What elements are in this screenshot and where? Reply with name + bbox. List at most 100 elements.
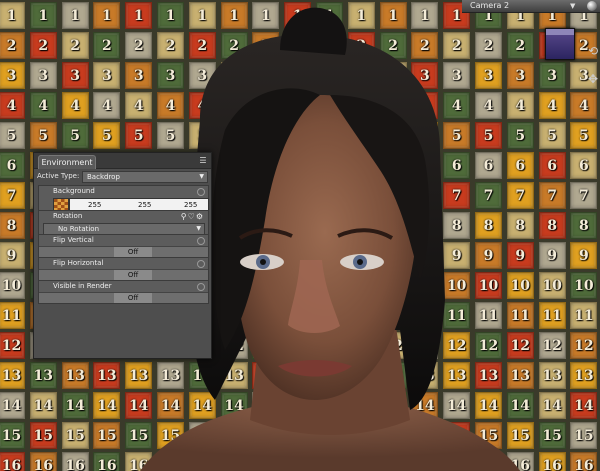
rotation-tools: ⚲♡⚙	[181, 212, 204, 222]
backdrop-tile: 11	[411, 302, 439, 329]
tile-row: 16 16 16 16 16 16 16 16 16 16 16 16 16 16 16 16 16 16 16	[0, 452, 600, 471]
backdrop-tile: 14	[475, 392, 502, 419]
backdrop-tile: 6	[316, 152, 343, 179]
flip-horizontal-toggle[interactable]: Off	[114, 270, 152, 280]
visible-in-render-toggle[interactable]: Off	[114, 293, 152, 303]
backdrop-tile: 3	[29, 62, 57, 89]
backdrop-tile: 14	[0, 392, 25, 419]
backdrop-tile: 8	[379, 212, 407, 239]
active-type-select[interactable]: Backdrop ▼	[82, 171, 208, 183]
backdrop-tile: 8	[347, 212, 375, 239]
backdrop-tile: 16	[29, 452, 57, 471]
view-orb-icon[interactable]	[587, 1, 597, 11]
backdrop-tile: 4	[188, 92, 216, 119]
backdrop-tile: 11	[475, 302, 502, 329]
backdrop-tile: 13	[538, 362, 566, 389]
backdrop-tile: 2	[379, 32, 407, 59]
backdrop-tile: 13	[29, 362, 57, 389]
backdrop-tile: 4	[316, 92, 343, 119]
backdrop-tile: 5	[570, 122, 598, 149]
flip-vertical-track[interactable]: Off	[39, 246, 208, 257]
backdrop-tile: 2	[316, 32, 343, 59]
backdrop-tile: 7	[0, 182, 25, 209]
flip-horizontal-title: Flip Horizontal	[53, 259, 104, 267]
flip-horizontal-property: Flip Horizontal Off	[38, 257, 209, 281]
backdrop-tile: 9	[411, 242, 439, 269]
panel-options-icon[interactable]: ☰	[198, 156, 208, 166]
rotate-view-icon[interactable]: ⟲	[588, 44, 598, 58]
backdrop-tile: 2	[252, 32, 280, 59]
backdrop-tile: 4	[93, 92, 121, 119]
backdrop-tile: 16	[506, 452, 534, 471]
link-icon[interactable]: ⚲	[181, 212, 188, 221]
pan-view-icon[interactable]: ✥	[588, 72, 598, 86]
property-key-icon[interactable]	[197, 237, 205, 245]
backdrop-tile: 16	[316, 452, 343, 471]
property-key-icon[interactable]	[197, 260, 205, 268]
flip-vertical-toggle[interactable]: Off	[114, 247, 152, 257]
backdrop-tile: 10	[570, 272, 598, 299]
backdrop-tile: 3	[220, 62, 248, 89]
backdrop-tile: 14	[411, 392, 439, 419]
backdrop-tile: 5	[475, 122, 502, 149]
property-key-icon[interactable]	[197, 283, 205, 291]
backdrop-tile: 15	[61, 422, 89, 449]
backdrop-tile: 12	[284, 332, 312, 359]
backdrop-tile: 5	[538, 122, 566, 149]
backdrop-tile: 9	[475, 242, 502, 269]
backdrop-tile: 2	[284, 32, 312, 59]
backdrop-tile: 9	[220, 242, 248, 269]
heart-icon[interactable]: ♡	[188, 212, 196, 221]
backdrop-tile: 12	[0, 332, 25, 359]
gear-icon[interactable]: ⚙	[196, 212, 204, 221]
flip-horizontal-track[interactable]: Off	[39, 269, 208, 280]
backdrop-tile: 15	[411, 422, 439, 449]
view-cube-icon[interactable]	[545, 28, 575, 60]
backdrop-tile: 9	[347, 242, 375, 269]
backdrop-tile: 15	[284, 422, 312, 449]
backdrop-tile: 6	[284, 152, 312, 179]
chevron-down-icon: ▼	[196, 225, 201, 232]
backdrop-tile: 9	[570, 242, 598, 269]
backdrop-tile: 16	[475, 452, 502, 471]
backdrop-tile: 4	[475, 92, 502, 119]
backdrop-tile: 3	[506, 62, 534, 89]
backdrop-tile: 13	[316, 362, 343, 389]
backdrop-tile: 4	[570, 92, 598, 119]
backdrop-tile: 5	[61, 122, 89, 149]
camera-selector[interactable]: Camera 2 ▼	[462, 0, 600, 13]
backdrop-tile: 7	[316, 182, 343, 209]
backdrop-tile: 3	[316, 62, 343, 89]
backdrop-tile: 6	[347, 152, 375, 179]
backdrop-tile: 16	[125, 452, 153, 471]
backdrop-tile: 13	[188, 362, 216, 389]
backdrop-tile: 1	[347, 2, 375, 29]
backdrop-tile: 14	[570, 392, 598, 419]
backdrop-tile: 5	[443, 122, 471, 149]
backdrop-tile: 16	[284, 452, 312, 471]
backdrop-tile: 3	[157, 62, 184, 89]
backdrop-tile: 4	[157, 92, 184, 119]
backdrop-tile: 13	[252, 362, 280, 389]
property-key-icon[interactable]	[197, 188, 205, 196]
visible-in-render-track[interactable]: Off	[39, 292, 208, 303]
backdrop-tile: 14	[157, 392, 184, 419]
backdrop-tile: 10	[411, 272, 439, 299]
backdrop-tile: 5	[284, 122, 312, 149]
backdrop-tile: 8	[252, 212, 280, 239]
environment-panel: Environment ☰ Active Type: Backdrop ▼ Ba…	[33, 152, 212, 359]
backdrop-tile: 4	[538, 92, 566, 119]
backdrop-tile: 9	[538, 242, 566, 269]
backdrop-tile: 6	[379, 152, 407, 179]
backdrop-tile: 7	[220, 182, 248, 209]
backdrop-tile: 11	[570, 302, 598, 329]
backdrop-tile: 1	[93, 2, 121, 29]
backdrop-tile: 13	[506, 362, 534, 389]
backdrop-tile: 1	[284, 2, 312, 29]
tile-row: 13 13 13 13 13 13 13 13 13 13 13 13 13 13 13 13 13 13 13	[0, 362, 600, 392]
backdrop-tile: 3	[125, 62, 153, 89]
backdrop-tile: 2	[29, 32, 57, 59]
tile-row: 5555555555555555555	[0, 122, 600, 152]
tab-environment[interactable]: Environment	[38, 155, 96, 169]
rotation-title: Rotation	[53, 212, 83, 220]
